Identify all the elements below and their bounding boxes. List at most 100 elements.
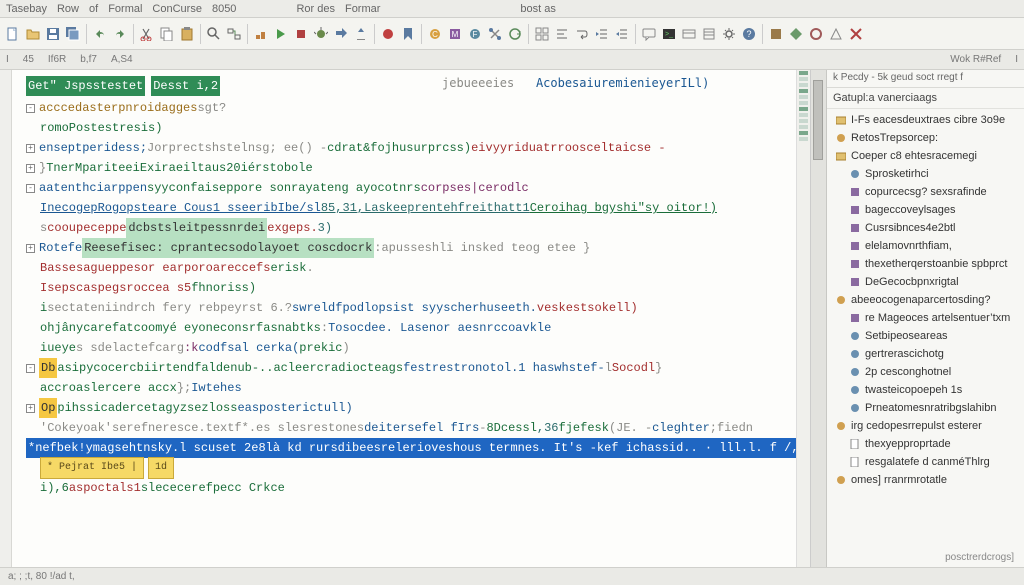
tree-node[interactable]: Cusrsibnces4e2btl xyxy=(831,219,1020,237)
stepout-icon[interactable] xyxy=(352,25,370,43)
undo-icon[interactable] xyxy=(91,25,109,43)
tree-root[interactable]: I-Fs eacesdeuxtraes cibre 3o9e xyxy=(831,111,1020,129)
tree-node[interactable]: Setbipeoseareas xyxy=(831,327,1020,345)
save-icon[interactable] xyxy=(44,25,62,43)
sec-item[interactable]: I xyxy=(6,54,9,65)
tree-node[interactable]: 2p cesconghotnel xyxy=(831,363,1020,381)
tree-node[interactable]: thexetherqerstoanbie spbprct xyxy=(831,255,1020,273)
code-line[interactable]: InecogepRogopsteare Cous1 sseeribIbe/sl8… xyxy=(26,198,786,218)
bottom-tab[interactable]: * Pejrat Ibe5 | xyxy=(40,457,144,479)
tree-node[interactable]: abeeocogenaparcertosding? xyxy=(831,291,1020,309)
bottom-tab[interactable]: 1d xyxy=(148,457,174,479)
fold-toggle[interactable]: - xyxy=(26,104,35,113)
grid-icon[interactable] xyxy=(533,25,551,43)
fold-toggle[interactable]: + xyxy=(26,164,35,173)
code-line[interactable]: 'Cokeyoak'serefneresce.textf*.es slesres… xyxy=(26,418,786,438)
format-icon[interactable] xyxy=(553,25,571,43)
code-line[interactable]: +Oppihssicadercetagyzsezloss easposteric… xyxy=(26,398,786,418)
code-line[interactable]: Isepscaspegsroccea s5 fhnoriss) xyxy=(26,278,786,298)
ext4-icon[interactable] xyxy=(827,25,845,43)
sync-icon[interactable] xyxy=(506,25,524,43)
ext1-icon[interactable] xyxy=(767,25,785,43)
debug-icon[interactable] xyxy=(312,25,330,43)
scrollbar-thumb[interactable] xyxy=(813,80,823,160)
tree-node[interactable]: elelamovnrthfiam, xyxy=(831,237,1020,255)
ext3-icon[interactable] xyxy=(807,25,825,43)
refactor-icon[interactable] xyxy=(486,25,504,43)
field-icon[interactable]: F xyxy=(466,25,484,43)
fold-toggle[interactable]: - xyxy=(26,364,35,373)
run-icon[interactable] xyxy=(272,25,290,43)
code-line[interactable]: accroaslercere accx}; Iwtehes xyxy=(26,378,786,398)
paste-icon[interactable] xyxy=(178,25,196,43)
tree-node[interactable]: omes] rranrmrotatle xyxy=(831,471,1020,489)
code-line[interactable]: +}TnerMpariteeiExiraeiltaus20iérstobole xyxy=(26,158,786,178)
redo-icon[interactable] xyxy=(111,25,129,43)
fold-toggle[interactable]: + xyxy=(26,144,35,153)
menu-item[interactable]: bost as xyxy=(520,3,555,15)
sec-item[interactable]: If6R xyxy=(48,54,66,65)
fold-toggle[interactable]: + xyxy=(26,244,35,253)
sec-item[interactable]: Wok R#Ref xyxy=(950,54,1001,65)
settings-icon[interactable] xyxy=(720,25,738,43)
build-icon[interactable] xyxy=(252,25,270,43)
tree-node[interactable]: thexyepproprtade xyxy=(831,435,1020,453)
code-line[interactable]: iueyes sdelactefcarg :k codfsal cerka(pr… xyxy=(26,338,786,358)
menu-item[interactable]: Tasebay xyxy=(6,3,47,15)
tree-node[interactable]: Sprosketirhci xyxy=(831,165,1020,183)
fold-toggle[interactable]: - xyxy=(26,184,35,193)
code-line[interactable]: -acccedasterpnroidagges sgt? xyxy=(26,98,786,118)
menu-item[interactable]: Row xyxy=(57,3,79,15)
tree-node[interactable]: resgalatefe d canméThlrg xyxy=(831,453,1020,471)
fold-toggle[interactable]: + xyxy=(26,404,35,413)
comment-icon[interactable] xyxy=(640,25,658,43)
code-editor[interactable]: jebueeeies AcobesaiuremienieyerILl) Get"… xyxy=(12,70,796,567)
code-line[interactable]: isectateniindrch fery rebpeyrst 6.? swre… xyxy=(26,298,786,318)
folder-icon[interactable] xyxy=(24,25,42,43)
code-line[interactable]: -aatenthciarppen syyconfaiseppore sonray… xyxy=(26,178,786,198)
sec-item[interactable]: A,S4 xyxy=(111,54,133,65)
replace-icon[interactable] xyxy=(225,25,243,43)
ext5-icon[interactable] xyxy=(847,25,865,43)
method-icon[interactable]: M xyxy=(446,25,464,43)
code-line[interactable]: -Dbasipycocercbiirtendfaldenub-..acleerc… xyxy=(26,358,786,378)
tree-node[interactable]: copurcecsg? sexsrafinde xyxy=(831,183,1020,201)
stop-icon[interactable] xyxy=(292,25,310,43)
editor-scrollbar[interactable] xyxy=(810,70,826,567)
menu-item[interactable]: of xyxy=(89,3,98,15)
code-line[interactable]: Bassesagueppesor earporoareccefs erisk. xyxy=(26,258,786,278)
step-icon[interactable] xyxy=(332,25,350,43)
code-line[interactable]: +enseptperidess; Jorprectshstelnsg; ee()… xyxy=(26,138,786,158)
minimap[interactable] xyxy=(796,70,810,567)
sec-item[interactable]: 45 xyxy=(23,54,34,65)
bookmark-icon[interactable] xyxy=(399,25,417,43)
breakpoint-icon[interactable] xyxy=(379,25,397,43)
tree-node[interactable]: DeGecocbpnxrigtal xyxy=(831,273,1020,291)
code-line[interactable]: i),6aspoctals1slececerefpecc Crkce xyxy=(26,478,786,498)
sec-item[interactable]: b,f7 xyxy=(80,54,97,65)
tree-node[interactable]: irg cedopesrrepulst esterer xyxy=(831,417,1020,435)
code-line[interactable]: *nefbek!ymagsehtnsky.l scuset 2e8là kd r… xyxy=(26,438,786,458)
tree-node[interactable]: twasteicopoepeh 1s xyxy=(831,381,1020,399)
file-icon[interactable] xyxy=(4,25,22,43)
tree-node[interactable]: RetosTrepsorcep: xyxy=(831,129,1020,147)
props-icon[interactable] xyxy=(700,25,718,43)
code-line[interactable]: +RotefeReesefisec: cprantecsodolayoet co… xyxy=(26,238,786,258)
code-line[interactable]: romoPostestresis) xyxy=(26,118,786,138)
saveall-icon[interactable] xyxy=(64,25,82,43)
menu-item[interactable]: 8050 xyxy=(212,3,236,15)
menu-item[interactable]: Formar xyxy=(345,3,380,15)
code-line[interactable]: ohjânycarefatcoomyé eyoneconsrfasnabtks … xyxy=(26,318,786,338)
code-line[interactable]: * Pejrat Ibe5 | 1d xyxy=(26,458,786,478)
terminal-icon[interactable]: >_ xyxy=(660,25,678,43)
menu-item[interactable]: ConCurse xyxy=(152,3,202,15)
tree-node[interactable]: bageccoveylsages xyxy=(831,201,1020,219)
ext2-icon[interactable] xyxy=(787,25,805,43)
tree-node[interactable]: Prneatomesnratribgslahibn xyxy=(831,399,1020,417)
tree-node[interactable]: re Mageoces artelsentuer’txm xyxy=(831,309,1020,327)
find-icon[interactable] xyxy=(205,25,223,43)
code-line[interactable]: s cooupeceppedcbstsleitpessnrdei exgeps.… xyxy=(26,218,786,238)
help-icon[interactable]: ? xyxy=(740,25,758,43)
tree-node[interactable]: gertrerascichotg xyxy=(831,345,1020,363)
menu-item[interactable]: Formal xyxy=(108,3,142,15)
